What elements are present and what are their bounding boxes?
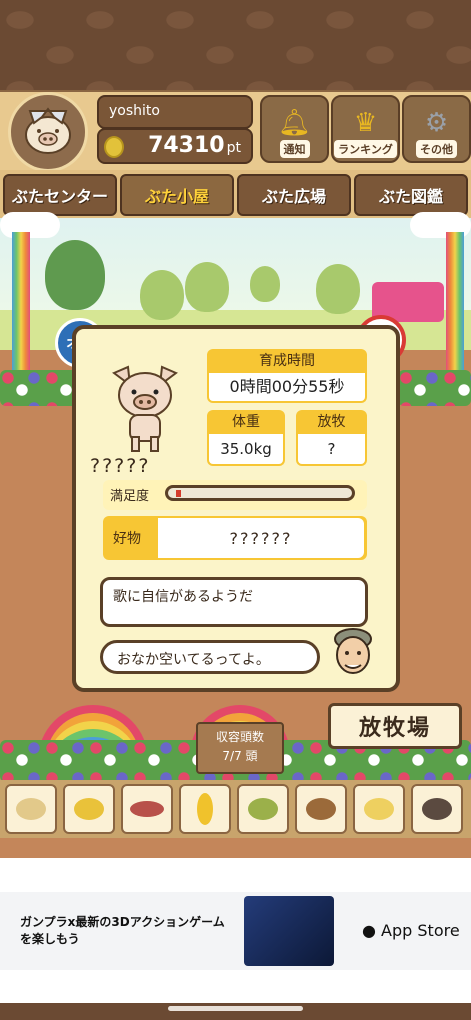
weight-value: 35.0kg [207, 434, 285, 466]
capacity-value: 7/7 頭 [222, 749, 258, 763]
green-beans-icon [248, 798, 278, 820]
feed-green-beans-button[interactable] [237, 784, 289, 834]
home-indicator [168, 1006, 303, 1011]
player-avatar[interactable] [8, 92, 88, 172]
notifications-label: 通知 [279, 140, 310, 158]
corn-icon [197, 793, 213, 825]
ad-robot-image [244, 896, 334, 966]
tree [316, 264, 360, 314]
feed-corn-button[interactable] [179, 784, 231, 834]
apple-icon: ● [362, 921, 382, 940]
growth-time-value: 0時間00分55秒 [207, 373, 367, 403]
points-value: 74310 pt [148, 133, 241, 158]
tab-pig-encyclopedia[interactable]: ぶた図鑑 [354, 174, 468, 216]
ranking-button[interactable]: ♛ ランキング [331, 95, 400, 163]
rice-icon [364, 798, 394, 820]
pig-message-bubble: 歌に自信があるようだ [100, 577, 368, 627]
farmer-message-bubble: おなか空いてるってよ。 [100, 640, 320, 674]
rainbow-pole-left [12, 232, 30, 382]
feed-corn-kernels-button[interactable] [63, 784, 115, 834]
tree [185, 262, 229, 312]
tree [250, 266, 280, 302]
capacity-label: 収容頭数 [215, 730, 264, 744]
app-store-badge[interactable]: ● App Store [362, 921, 460, 940]
corn-kernels-icon [74, 798, 104, 820]
username: yoshito [109, 103, 160, 119]
pasture-button[interactable]: 放牧場 [328, 703, 462, 749]
coin-icon [104, 136, 124, 158]
notifications-button[interactable]: 🔔︎ 通知 [260, 95, 329, 163]
tab-pig-plaza[interactable]: ぶた広場 [237, 174, 351, 216]
feed-sweet-potato-button[interactable] [121, 784, 173, 834]
pig-face-icon [25, 107, 71, 154]
cloud-left [0, 212, 60, 238]
bell-icon: 🔔︎ [277, 108, 311, 138]
wood-pattern-background [0, 0, 471, 95]
satisfaction-fill [176, 490, 181, 497]
feed-acorns-button[interactable] [295, 784, 347, 834]
tree [45, 240, 105, 310]
satisfaction-label: 満足度 [110, 489, 150, 504]
growth-time-label: 育成時間 [207, 349, 367, 373]
capacity-sign: 収容頭数 7/7 頭 [196, 722, 284, 774]
tab-pig-barn[interactable]: ぶた小屋 [120, 174, 234, 216]
satisfaction-bar [165, 485, 355, 501]
crown-icon: ♛ [353, 108, 378, 138]
favorite-value: ?????? [158, 518, 364, 558]
other-label: その他 [416, 140, 457, 158]
feed-truffle-button[interactable] [411, 784, 463, 834]
grazing-label: 放牧 [296, 410, 367, 434]
pig-image [112, 365, 178, 452]
feed-rice-button[interactable] [353, 784, 405, 834]
tab-pig-center[interactable]: ぶたセンター [3, 174, 117, 216]
feed-beans-button[interactable] [5, 784, 57, 834]
gear-icon: ⚙ [424, 108, 449, 138]
ranking-label: ランキング [334, 140, 397, 158]
tree [140, 270, 184, 320]
other-button[interactable]: ⚙ その他 [402, 95, 471, 163]
flower-bed-left [0, 370, 80, 406]
sweet-potato-icon [130, 801, 164, 817]
username-panel: yoshito [97, 95, 253, 129]
truffle-icon [422, 798, 452, 820]
farmer-icon [334, 628, 372, 674]
ad-text: ガンプラx最新の3Dアクションゲームを楽しもう [20, 915, 225, 946]
pig-name: ????? [90, 455, 151, 477]
grazing-value: ? [296, 434, 367, 466]
pig-message: 歌に自信があるようだ [113, 589, 253, 605]
rainbow-pole-right [446, 232, 464, 382]
beans-icon [16, 798, 46, 820]
favorite-label: 好物 [113, 531, 141, 547]
acorns-icon [306, 798, 336, 820]
flower-bed-right [398, 370, 471, 406]
farmer-message: おなか空いてるってよ。 [117, 652, 270, 668]
weight-label: 体重 [207, 410, 285, 434]
